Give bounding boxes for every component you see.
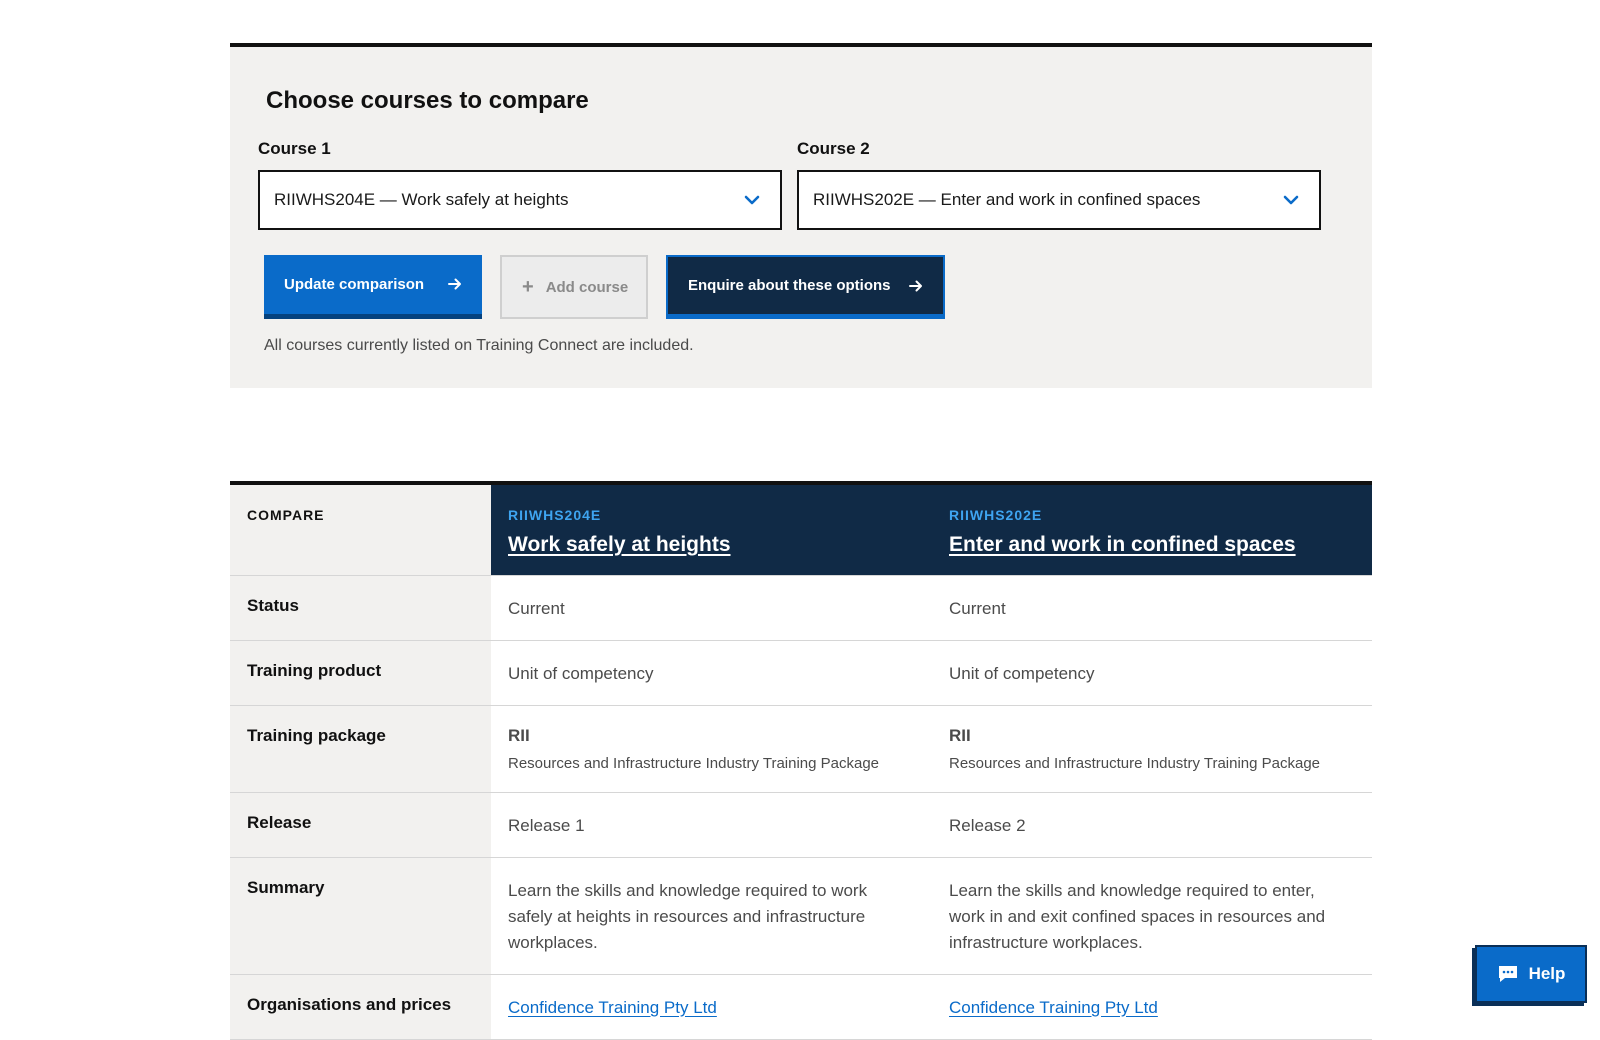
course1-select[interactable]: RIIWHS204E — Work safely at heights	[258, 170, 782, 230]
chat-icon	[1498, 966, 1517, 982]
table-row: Organisations and prices Confidence Trai…	[230, 974, 1372, 1040]
enquire-button[interactable]: Enquire about these options	[666, 255, 945, 319]
course1-selected-value: RIIWHS204E — Work safely at heights	[274, 190, 569, 209]
table-row: Training product Unit of competency Unit…	[230, 640, 1372, 706]
add-course-label: Add course	[545, 278, 629, 296]
table-cell: RII Resources and Infrastructure Industr…	[932, 705, 1372, 793]
course-chooser-panel: Choose courses to compare Course 1 RIIWH…	[230, 43, 1372, 388]
course-code: RIIWHS202E	[949, 507, 1043, 523]
table-row: Summary Learn the skills and knowledge r…	[230, 857, 1372, 975]
package-code: RII	[949, 725, 971, 745]
table-row: Training package RII Resources and Infra…	[230, 705, 1372, 793]
course-header-2: RIIWHS202E Enter and work in confined sp…	[932, 483, 1372, 576]
table-cell: RII Resources and Infrastructure Industr…	[491, 705, 932, 793]
course-title-link[interactable]: Enter and work in confined spaces	[949, 533, 1296, 557]
table-row: Release Release 1 Release 2	[230, 792, 1372, 858]
update-comparison-label: Update comparison	[284, 276, 425, 293]
table-cell: Confidence Training Pty Ltd	[491, 974, 932, 1040]
table-row: Status Current Current	[230, 575, 1372, 641]
table-cell: Current	[491, 575, 932, 641]
table-header-row: COMPARE RIIWHS204E Work safely at height…	[230, 483, 1372, 576]
update-comparison-button[interactable]: Update comparison	[264, 255, 482, 319]
course-header-1: RIIWHS204E Work safely at heights	[491, 483, 932, 576]
arrow-right-icon	[448, 278, 461, 290]
table-cell: Confidence Training Pty Ltd	[932, 974, 1372, 1040]
table-cell: Unit of competency	[491, 640, 932, 706]
arrow-right-icon	[909, 280, 922, 292]
course2-label: Course 2	[797, 139, 870, 158]
row-label: Summary	[230, 857, 491, 975]
help-label: Help	[1528, 964, 1566, 983]
enquire-label: Enquire about these options	[688, 277, 891, 294]
table-cell: Release 1	[491, 792, 932, 858]
table-cell: Release 2	[932, 792, 1372, 858]
course1-label: Course 1	[258, 139, 331, 158]
organisation-link[interactable]: Confidence Training Pty Ltd	[508, 998, 717, 1017]
chevron-down-icon	[1283, 195, 1299, 205]
organisation-link[interactable]: Confidence Training Pty Ltd	[949, 998, 1158, 1017]
row-label: Status	[230, 575, 491, 641]
row-label: Training package	[230, 705, 491, 793]
package-name: Resources and Infrastructure Industry Tr…	[508, 754, 880, 772]
course2-select[interactable]: RIIWHS202E — Enter and work in confined …	[797, 170, 1321, 230]
comparison-table: COMPARE RIIWHS204E Work safely at height…	[230, 481, 1372, 1040]
plus-icon: +	[522, 275, 534, 298]
row-label: Release	[230, 792, 491, 858]
help-button[interactable]: Help	[1475, 945, 1587, 1003]
table-cell: Current	[932, 575, 1372, 641]
table-cell: Learn the skills and knowledge required …	[491, 857, 932, 975]
chooser-heading: Choose courses to compare	[266, 87, 589, 114]
course2-selected-value: RIIWHS202E — Enter and work in confined …	[813, 190, 1201, 209]
chevron-down-icon	[744, 195, 760, 205]
package-code: RII	[508, 725, 530, 745]
courses-note: All courses currently listed on Training…	[264, 337, 694, 354]
add-course-button[interactable]: + Add course	[500, 255, 648, 319]
row-label: Organisations and prices	[230, 974, 491, 1040]
table-cell: Learn the skills and knowledge required …	[932, 857, 1372, 975]
course-code: RIIWHS204E	[508, 507, 602, 523]
row-label: Training product	[230, 640, 491, 706]
compare-corner-label: COMPARE	[230, 483, 491, 576]
table-cell: Unit of competency	[932, 640, 1372, 706]
course-title-link[interactable]: Work safely at heights	[508, 533, 731, 557]
package-name: Resources and Infrastructure Industry Tr…	[949, 754, 1321, 772]
